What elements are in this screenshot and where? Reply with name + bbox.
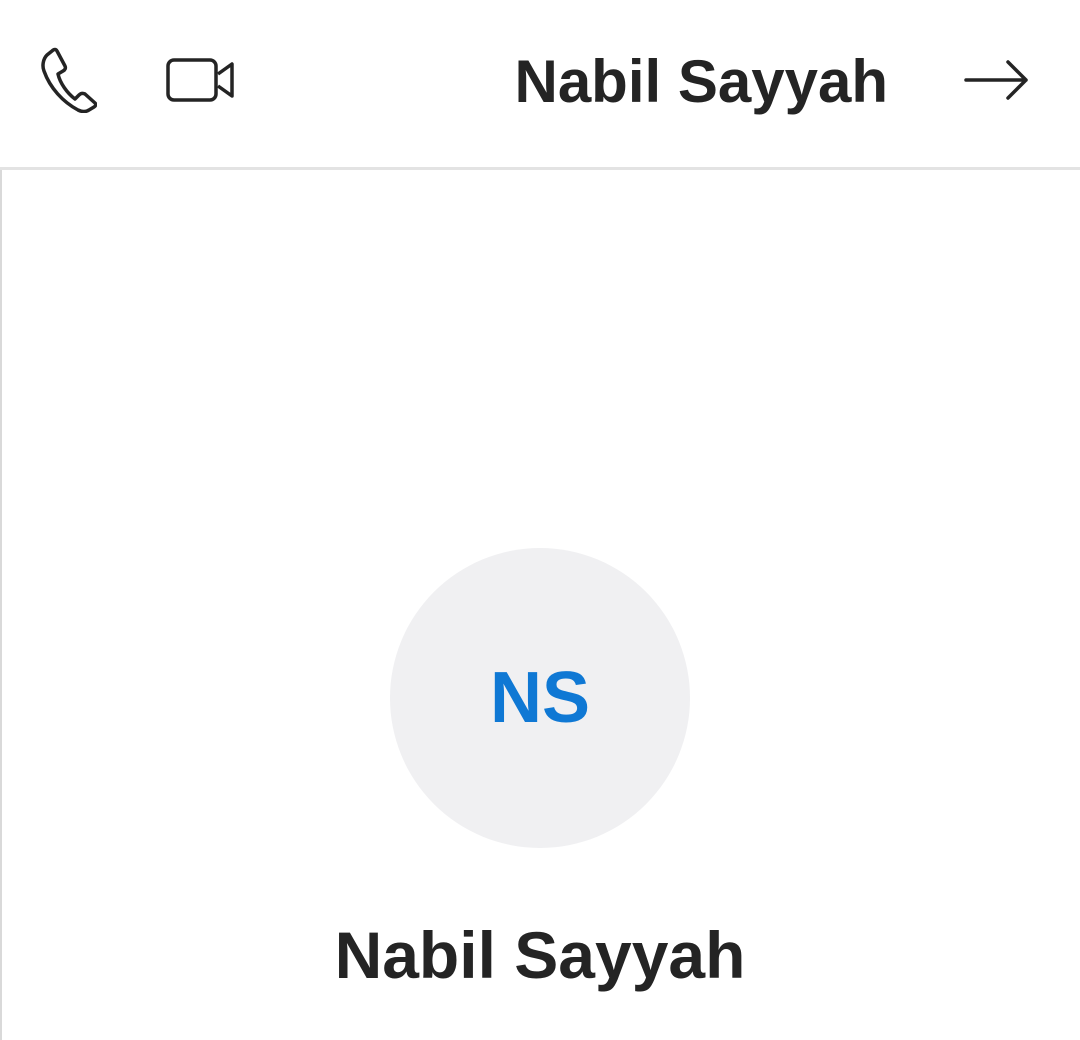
audio-call-button[interactable]	[30, 38, 106, 122]
page-title: Nabil Sayyah	[514, 48, 888, 115]
forward-button[interactable]	[952, 44, 1042, 116]
video-call-button[interactable]	[158, 44, 244, 116]
video-camera-icon	[166, 58, 234, 102]
avatar: NS	[390, 548, 690, 848]
phone-icon	[41, 47, 97, 113]
avatar-initials: NS	[489, 658, 591, 738]
contact-name: Nabil Sayyah	[334, 918, 746, 992]
arrow-right-icon	[964, 60, 1028, 100]
chat-header: Nabil Sayyah	[0, 0, 1080, 170]
